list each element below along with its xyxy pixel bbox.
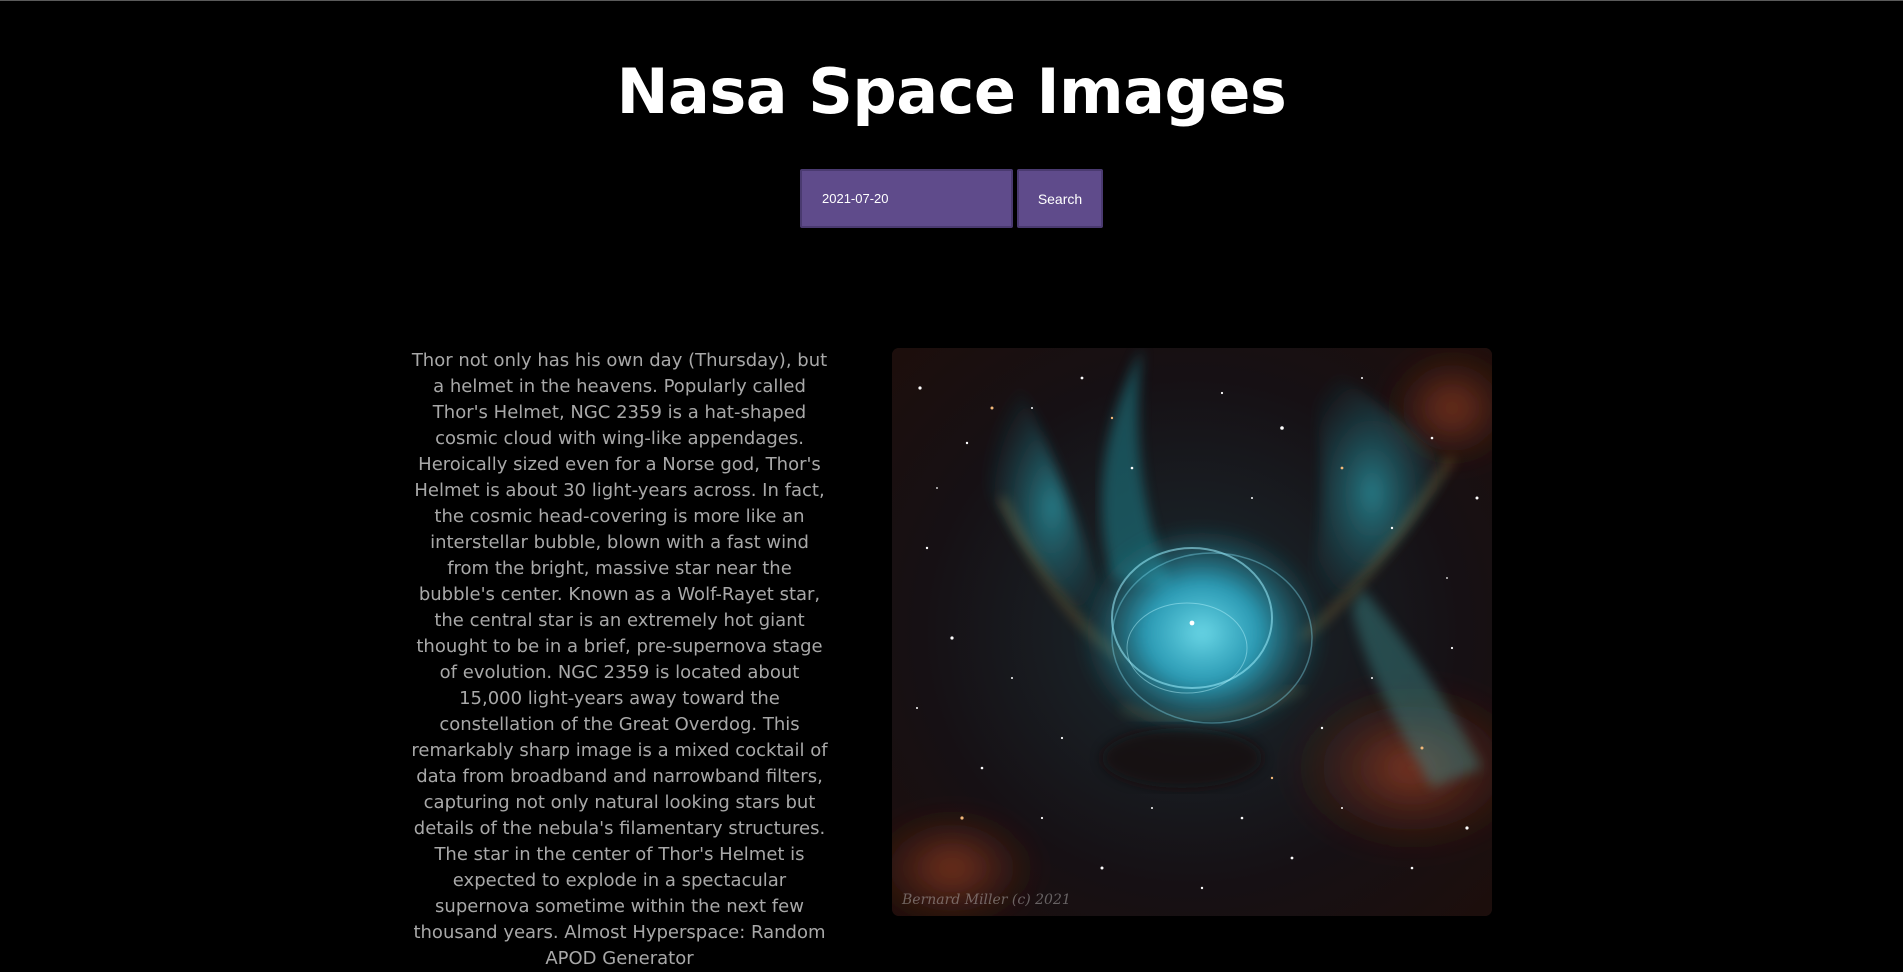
search-form: Search <box>800 169 1103 228</box>
search-button[interactable]: Search <box>1017 169 1103 228</box>
page-title: Nasa Space Images <box>616 55 1287 128</box>
apod-image: Bernard Miller (c) 2021 <box>892 348 1492 916</box>
top-border <box>0 0 1903 1</box>
apod-explanation: Thor not only has his own day (Thursday)… <box>411 350 828 969</box>
date-input[interactable] <box>800 169 1013 228</box>
image-credit: Bernard Miller (c) 2021 <box>902 892 1071 908</box>
nebula-image <box>892 348 1492 916</box>
